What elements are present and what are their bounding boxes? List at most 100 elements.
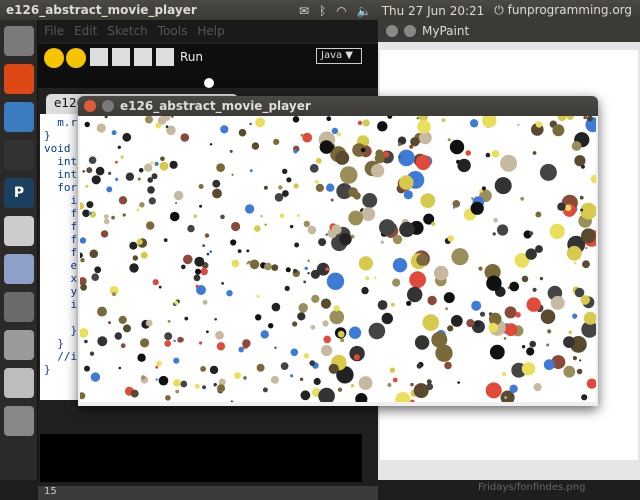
paint-dot [360,147,366,153]
paint-dot [410,399,415,402]
close-icon[interactable] [84,100,96,112]
paint-dot [438,347,442,352]
tab-menu-icon[interactable] [204,78,214,88]
paint-dot [154,161,159,166]
paint-dot [471,300,482,311]
trash-icon[interactable] [4,406,34,436]
paint-dot [340,338,345,343]
paint-dot [212,188,222,199]
paint-dot [271,302,281,312]
wifi-icon[interactable]: ◠ [336,4,346,18]
paint-dot [300,133,304,137]
paint-dot [409,271,426,289]
paint-dot [326,272,345,290]
menu-edit[interactable]: Edit [74,24,97,38]
code-line: for [44,181,78,194]
paint-dot [129,241,138,250]
paint-dot [106,186,113,193]
export-sketch-icon[interactable] [156,48,174,66]
minimize-icon[interactable] [102,100,114,112]
paint-dot [80,237,87,244]
user-menu[interactable]: ⏻ funprogramming.org [494,3,632,18]
paint-dot [353,354,360,361]
chrome-icon[interactable] [4,102,34,132]
paint-dot [103,218,110,225]
paint-dot [120,343,126,349]
paint-dot [445,307,449,311]
paint-dot [293,183,299,189]
paint-dot [96,123,106,133]
paint-dot [213,383,217,387]
paint-dot [91,175,101,185]
paint-dot [314,179,319,184]
save-sketch-icon[interactable] [134,48,152,66]
menu-help[interactable]: Help [197,24,224,38]
paint-dot [406,300,412,306]
image-editor-icon[interactable] [4,254,34,284]
paint-dot [478,266,483,271]
paint-dot [298,303,308,313]
paint-dot [374,276,377,280]
paint-dot [449,139,465,155]
menu-file[interactable]: File [44,24,64,38]
paint-dot [108,171,112,175]
paint-dot [335,150,350,165]
paint-dot [173,357,180,364]
paint-dot [355,393,368,402]
drive-icon[interactable] [4,368,34,398]
new-sketch-icon[interactable] [90,48,108,66]
gray-app-icon[interactable] [4,292,34,322]
paint-dot [504,396,507,399]
player-viewport[interactable] [80,116,596,402]
paint-dot [164,340,171,347]
bluetooth-icon[interactable]: ᛒ [319,4,326,18]
run-button[interactable] [44,48,64,68]
paint-dot [111,215,115,220]
paint-dot [517,123,520,127]
paint-dot [220,214,225,220]
mail-icon[interactable]: ✉ [299,4,309,18]
paint-dot [94,266,102,274]
paint-dot [169,160,178,169]
paint-dot [165,395,171,401]
menu-tools[interactable]: Tools [158,24,188,38]
processing-icon[interactable]: P [4,178,34,208]
paint-dot [491,149,500,158]
terminal-icon[interactable] [4,140,34,170]
paint-dot [336,132,341,137]
text-editor-icon[interactable] [4,216,34,246]
paint-dot [237,249,242,254]
paint-dot [509,384,518,393]
app-store-icon[interactable] [4,64,34,94]
clock[interactable]: Thu 27 Jun 20:21 [382,4,485,18]
paint-dot [311,294,320,303]
paint-dot [303,220,310,228]
paint-dot [279,213,285,218]
mode-selector[interactable]: Java ▼ [316,48,362,64]
paint-dot [387,116,393,119]
open-sketch-icon[interactable] [112,48,130,66]
paint-dot [209,143,213,146]
paint-dot [492,232,496,236]
paint-dot [175,201,178,205]
paint-dot [193,274,201,282]
minimize-icon[interactable] [404,25,416,37]
ubuntu-dash-icon[interactable] [4,26,34,56]
code-line: //i [44,350,78,363]
paint-dot [140,338,150,348]
paint-dot [399,221,415,238]
paint-dot [209,250,213,254]
display-icon[interactable] [4,330,34,360]
paint-dot [521,275,529,283]
paint-dot [148,197,156,205]
paint-dot [198,184,204,189]
close-icon[interactable] [386,25,398,37]
stop-button[interactable] [66,48,86,68]
menu-sketch[interactable]: Sketch [107,24,147,38]
paint-dot [217,384,226,393]
paint-dot [320,298,332,309]
paint-dot [155,365,159,369]
volume-icon[interactable]: 🔈 [357,4,372,18]
paint-dot [566,116,574,120]
code-line: y [44,285,78,298]
